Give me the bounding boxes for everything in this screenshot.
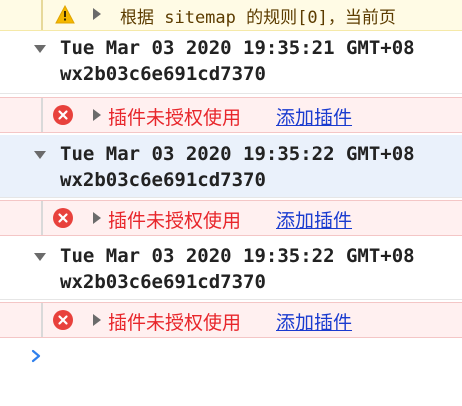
error-message: 插件未授权使用 [108,107,242,129]
error-icon [53,310,73,330]
error-message: 插件未授权使用 [108,210,242,232]
group-indent-line [41,98,43,132]
console-error-row[interactable]: 插件未授权使用 添加插件 [0,200,462,236]
error-message: 插件未授权使用 [108,312,242,334]
log-appid: wx2b03c6e691cd7370 [60,271,266,293]
expand-arrow-icon[interactable] [93,109,101,121]
collapse-arrow-icon[interactable] [34,151,46,159]
collapse-arrow-icon[interactable] [34,45,46,53]
console-error-row[interactable]: 插件未授权使用 添加插件 [0,302,462,338]
log-timestamp: Tue Mar 03 2020 19:35:22 GMT+08 [60,245,415,267]
console-group[interactable]: Tue Mar 03 2020 19:35:22 GMT+08 wx2b03c6… [0,135,462,198]
console-warning-row[interactable]: 根据 sitemap 的规则[0]，当前页 [0,0,462,31]
warning-message: 根据 sitemap 的规则[0]，当前页 [120,8,396,28]
devtools-console: 根据 sitemap 的规则[0]，当前页 Tue Mar 03 2020 19… [0,0,462,406]
console-group[interactable]: Tue Mar 03 2020 19:35:22 GMT+08 wx2b03c6… [0,237,462,300]
log-timestamp: Tue Mar 03 2020 19:35:21 GMT+08 [60,37,415,59]
console-prompt-icon[interactable] [30,348,42,364]
add-plugin-link[interactable]: 添加插件 [276,308,352,335]
log-timestamp: Tue Mar 03 2020 19:35:22 GMT+08 [60,143,415,165]
add-plugin-link[interactable]: 添加插件 [276,206,352,233]
collapse-arrow-icon[interactable] [34,253,46,261]
error-icon [53,208,73,228]
group-indent-line [41,303,43,337]
expand-arrow-icon[interactable] [93,8,101,20]
console-group[interactable]: Tue Mar 03 2020 19:35:21 GMT+08 wx2b03c6… [0,31,462,94]
warning-icon [55,4,75,24]
group-indent-line [41,0,43,30]
log-appid: wx2b03c6e691cd7370 [60,63,266,85]
expand-arrow-icon[interactable] [93,212,101,224]
add-plugin-link[interactable]: 添加插件 [276,103,352,130]
error-icon [53,105,73,125]
console-error-row[interactable]: 插件未授权使用 添加插件 [0,97,462,133]
group-indent-line [41,201,43,235]
expand-arrow-icon[interactable] [93,314,101,326]
log-appid: wx2b03c6e691cd7370 [60,169,266,191]
